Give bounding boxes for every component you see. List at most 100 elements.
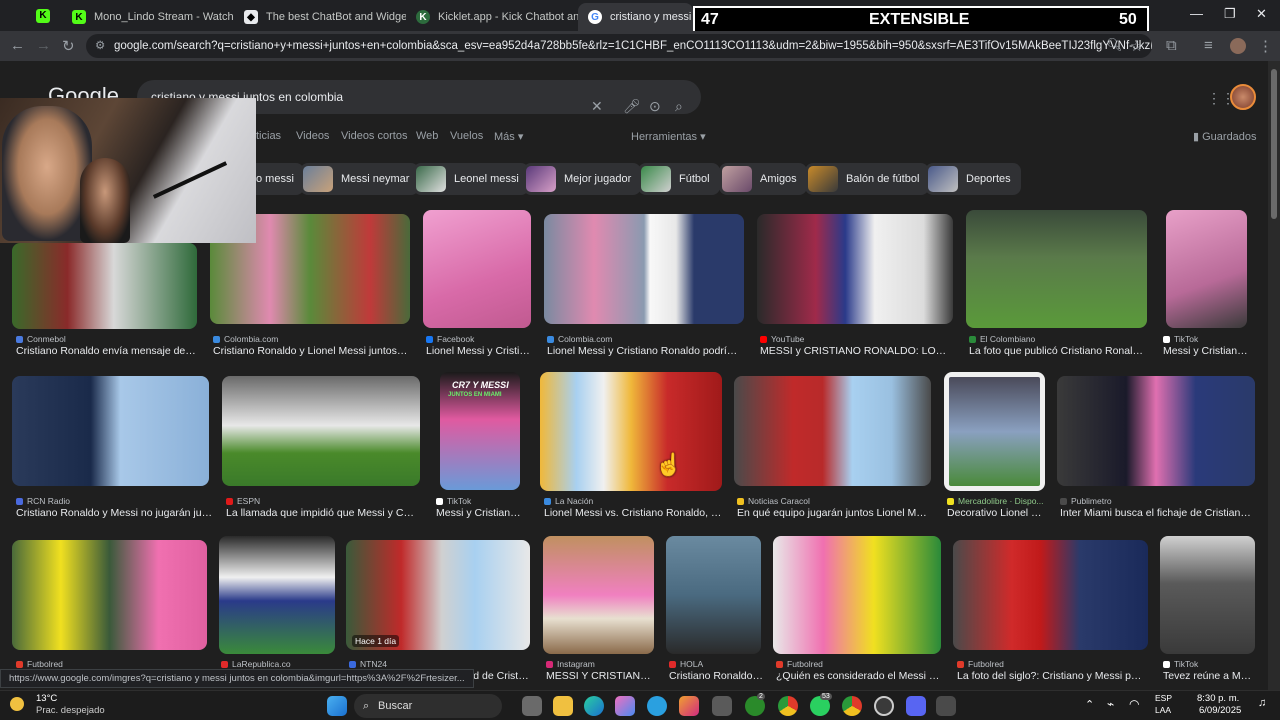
scroll-thumb[interactable] xyxy=(1271,69,1277,219)
result-image-18[interactable] xyxy=(543,536,654,654)
address-bar[interactable]: ⚙ google.com/search?q=cristiano+y+messi+… xyxy=(86,34,1152,58)
chip-5[interactable]: Fútbol xyxy=(638,163,720,195)
chrome-icon[interactable] xyxy=(778,696,798,716)
result-image-21[interactable] xyxy=(953,540,1148,650)
obs-icon[interactable] xyxy=(874,696,894,716)
microphone-icon[interactable]: 🎤︎ xyxy=(623,89,641,123)
result-image-3[interactable] xyxy=(423,210,531,328)
tab-2[interactable]: ◆ The best ChatBot and Widgets ✕ xyxy=(234,3,406,31)
minimize-icon[interactable]: — xyxy=(1190,6,1203,21)
result-image-8[interactable] xyxy=(12,376,209,486)
result-image-17[interactable]: Hace 1 día xyxy=(346,540,530,650)
profile-avatar[interactable] xyxy=(1230,38,1246,54)
chip-8[interactable]: Deportes xyxy=(925,163,1021,195)
result-image-20[interactable] xyxy=(773,536,941,654)
discord-icon[interactable] xyxy=(906,696,926,716)
result-title[interactable]: Messi y Cristiano ... xyxy=(436,507,526,519)
app-icon[interactable] xyxy=(712,696,732,716)
result-title[interactable]: Lionel Messi vs. Cristiano Ronaldo, un..… xyxy=(544,507,722,519)
copilot-icon[interactable] xyxy=(615,696,635,716)
extensions-icon[interactable]: ⧉ xyxy=(1166,37,1177,54)
camera-search-icon[interactable]: ⊙ xyxy=(649,89,661,123)
result-title[interactable]: Cristiano Ronaldo y Lionel Messi juntos?… xyxy=(213,345,409,357)
result-title[interactable]: La foto del siglo?: Cristiano y Messi po… xyxy=(957,670,1147,682)
instagram-icon[interactable] xyxy=(679,696,699,716)
clear-icon[interactable]: ✕ xyxy=(591,89,603,123)
filter-web[interactable]: Web xyxy=(416,130,438,142)
filter-videos[interactable]: Videos xyxy=(296,130,329,142)
clock-date[interactable]: 6/09/2025 xyxy=(1199,705,1241,716)
reload-icon[interactable]: ↻ xyxy=(62,37,75,55)
filter-news[interactable]: ticias xyxy=(256,130,281,142)
result-image-22[interactable] xyxy=(1160,536,1255,654)
tools-button[interactable]: Herramientas ▾ xyxy=(631,130,706,143)
result-image-12[interactable] xyxy=(734,376,931,486)
result-image-1[interactable] xyxy=(12,243,197,329)
result-image-9[interactable] xyxy=(222,376,420,486)
maximize-icon[interactable]: ❐ xyxy=(1224,6,1236,22)
result-title[interactable]: Cristiano Ronaldo y Messi no jugarán jun… xyxy=(16,507,216,519)
chip-2[interactable]: Messi neymar xyxy=(300,163,420,195)
result-image-5[interactable] xyxy=(757,214,953,324)
back-icon[interactable]: ← xyxy=(10,37,25,54)
lang-1[interactable]: ESP xyxy=(1155,693,1172,703)
result-image-6[interactable] xyxy=(966,210,1147,328)
chip-4[interactable]: Mejor jugador xyxy=(523,163,642,195)
saved-button[interactable]: ▮ Guardados xyxy=(1193,130,1257,143)
edge-icon[interactable] xyxy=(584,696,604,716)
result-title[interactable]: Lionel Messi y Cristia... xyxy=(426,345,530,357)
result-image-7[interactable] xyxy=(1166,210,1247,328)
result-image-4[interactable] xyxy=(544,214,744,324)
result-title[interactable]: Tevez reúne a Mes... xyxy=(1163,670,1255,682)
menu-icon[interactable]: ⋮ xyxy=(1258,37,1273,55)
result-title[interactable]: En qué equipo jugarán juntos Lionel Mess… xyxy=(737,507,930,519)
notification-bell-icon[interactable]: ♫ xyxy=(1258,697,1266,709)
chevron-up-icon[interactable]: ⌃ xyxy=(1085,698,1094,711)
filter-flights[interactable]: Vuelos xyxy=(450,130,483,142)
chip-6[interactable]: Amigos xyxy=(719,163,807,195)
zoom-icon[interactable]: 🔍︎ xyxy=(1106,37,1123,53)
bookmark-star-icon[interactable]: ☆ xyxy=(1130,37,1143,55)
result-image-15[interactable] xyxy=(12,540,207,650)
weather-temp[interactable]: 13°C xyxy=(36,693,57,704)
result-title[interactable]: ¿Quién es considerado el Messi o ... xyxy=(776,670,941,682)
result-title[interactable]: Cristiano Ronaldo envía mensaje de ap... xyxy=(16,345,196,357)
tab-4[interactable]: G cristiano y messi junto xyxy=(578,3,693,31)
clock-time[interactable]: 8:30 p. m. xyxy=(1197,693,1239,704)
tab-3[interactable]: K Kicklet.app - Kick Chatbot and C ✕ xyxy=(406,3,578,31)
result-title[interactable]: Lionel Messi y Cristiano Ronaldo podrían… xyxy=(547,345,743,357)
result-title[interactable]: Decorativo Lionel M... xyxy=(947,507,1047,519)
wifi-icon[interactable]: ◠ xyxy=(1129,697,1139,711)
close-window-icon[interactable]: ✕ xyxy=(1256,6,1267,22)
result-image-19[interactable] xyxy=(666,536,761,654)
network-icon[interactable]: ⌁ xyxy=(1107,697,1114,711)
result-title[interactable]: La llamada que impidió que Messi y Crist… xyxy=(226,507,416,519)
result-image-13[interactable] xyxy=(944,372,1045,491)
calculator-icon[interactable] xyxy=(936,696,956,716)
chrome-profile-icon[interactable] xyxy=(842,696,862,716)
file-explorer-icon[interactable] xyxy=(553,696,573,716)
kick-shortcut-icon[interactable]: K xyxy=(36,9,50,23)
chip-3[interactable]: Leonel messi xyxy=(413,163,529,195)
result-title[interactable]: MESSI y CRISTIANO RONALDO: LOS ME... xyxy=(760,345,952,357)
telegram-icon[interactable] xyxy=(647,696,667,716)
search-icon[interactable]: ⌕ xyxy=(675,89,683,123)
result-image-14[interactable] xyxy=(1057,376,1255,486)
lang-2[interactable]: LAA xyxy=(1155,705,1171,715)
filter-more[interactable]: Más ▾ xyxy=(494,130,523,143)
site-info-icon[interactable]: ⚙ xyxy=(95,34,105,58)
result-image-10[interactable]: CR7 Y MESSI JUNTOS EN MIAMI xyxy=(440,372,520,490)
tab-1[interactable]: K Mono_Lindo Stream - Watch Li… ✕ xyxy=(62,3,234,31)
result-title[interactable]: Inter Miami busca el fichaje de Cristian… xyxy=(1060,507,1255,519)
result-title[interactable]: Cristiano Ronaldo ... xyxy=(669,670,764,682)
page-scrollbar[interactable] xyxy=(1268,61,1280,690)
weather-icon[interactable] xyxy=(10,697,24,711)
result-image-16[interactable] xyxy=(219,536,335,654)
result-title[interactable]: La foto que publicó Cristiano Ronaldo j.… xyxy=(969,345,1146,357)
media-icon[interactable]: ≡ xyxy=(1204,37,1213,54)
taskbar-search[interactable]: ⌕ Buscar xyxy=(354,694,502,718)
windows-start-icon[interactable] xyxy=(327,696,347,716)
weather-desc[interactable]: Prac. despejado xyxy=(36,705,105,716)
forward-icon[interactable]: → xyxy=(36,37,51,54)
result-title[interactable]: MESSI Y CRISTIANO ... xyxy=(546,670,656,682)
